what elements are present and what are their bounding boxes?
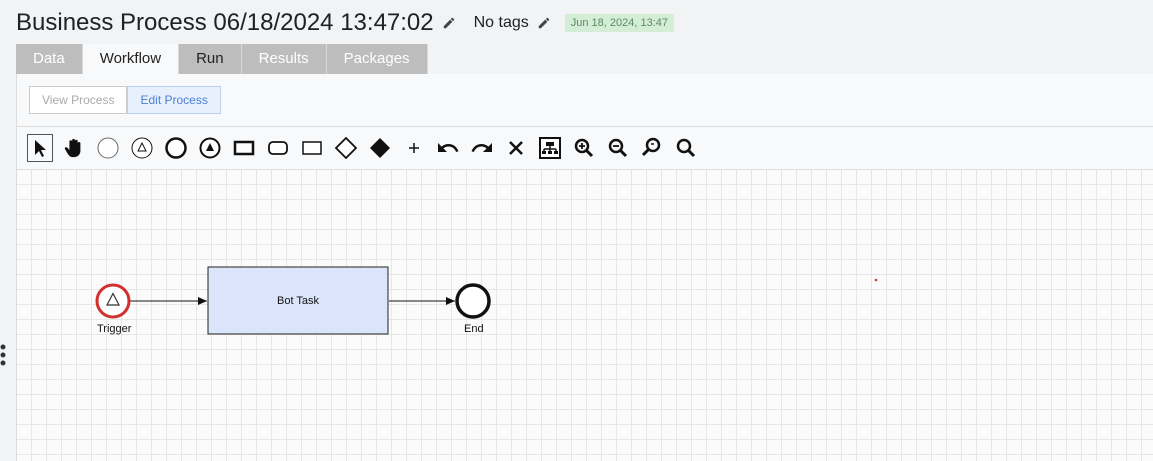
gateway-icon[interactable] bbox=[329, 131, 363, 165]
pointer-icon[interactable] bbox=[27, 134, 53, 162]
date-badge: Jun 18, 2024, 13:47 bbox=[564, 14, 675, 32]
tab-packages[interactable]: Packages bbox=[326, 44, 428, 74]
rectangle-icon[interactable] bbox=[295, 131, 329, 165]
tags-label: No tags bbox=[473, 14, 529, 31]
undo-icon[interactable] bbox=[431, 131, 465, 165]
layout-icon[interactable] bbox=[533, 131, 567, 165]
tab-run[interactable]: Run bbox=[179, 44, 242, 74]
add-icon[interactable] bbox=[397, 131, 431, 165]
diagram-canvas[interactable]: Trigger Bot Task End bbox=[17, 170, 1153, 461]
trigger-start-event[interactable] bbox=[95, 283, 131, 319]
zoom-reset-icon[interactable] bbox=[635, 131, 669, 165]
end-event[interactable] bbox=[455, 283, 491, 319]
subprocess-icon[interactable] bbox=[261, 131, 295, 165]
edit-process-button[interactable]: Edit Process bbox=[127, 86, 221, 114]
end-trigger-icon[interactable] bbox=[193, 131, 227, 165]
zoom-in-icon[interactable] bbox=[567, 131, 601, 165]
diagram-svg bbox=[95, 266, 878, 335]
gateway-filled-icon[interactable] bbox=[363, 131, 397, 165]
edit-title-pencil-icon[interactable] bbox=[442, 16, 456, 30]
tab-bar: Data Workflow Run Results Packages bbox=[16, 44, 428, 74]
start-trigger-icon[interactable] bbox=[125, 131, 159, 165]
side-menu-handle-icon[interactable] bbox=[0, 344, 8, 373]
header: Business Process 06/18/2024 13:47:02 No … bbox=[16, 8, 675, 38]
end-label: End bbox=[464, 323, 484, 335]
hand-icon[interactable] bbox=[57, 131, 91, 165]
start-event-icon[interactable] bbox=[91, 131, 125, 165]
tab-workflow[interactable]: Workflow bbox=[82, 44, 180, 74]
page-title: Business Process 06/18/2024 13:47:02 bbox=[16, 9, 434, 36]
end-event-icon[interactable] bbox=[159, 131, 193, 165]
tab-results[interactable]: Results bbox=[241, 44, 327, 74]
diagram-toolbar bbox=[17, 127, 1153, 170]
trigger-label: Trigger bbox=[97, 323, 132, 335]
view-process-button[interactable]: View Process bbox=[29, 86, 128, 114]
delete-icon[interactable] bbox=[499, 131, 533, 165]
workflow-panel: View Process Edit Process Trigger Bot Ta… bbox=[16, 74, 1153, 461]
zoom-out-icon[interactable] bbox=[601, 131, 635, 165]
red-dot-marker bbox=[874, 278, 878, 282]
mode-bar: View Process Edit Process bbox=[17, 74, 1153, 127]
tab-data[interactable]: Data bbox=[16, 44, 83, 74]
task-icon[interactable] bbox=[227, 131, 261, 165]
zoom-fit-icon[interactable] bbox=[669, 131, 703, 165]
edit-tags-pencil-icon[interactable] bbox=[537, 16, 551, 30]
redo-icon[interactable] bbox=[465, 131, 499, 165]
bot-task-label: Bot Task bbox=[277, 295, 319, 307]
